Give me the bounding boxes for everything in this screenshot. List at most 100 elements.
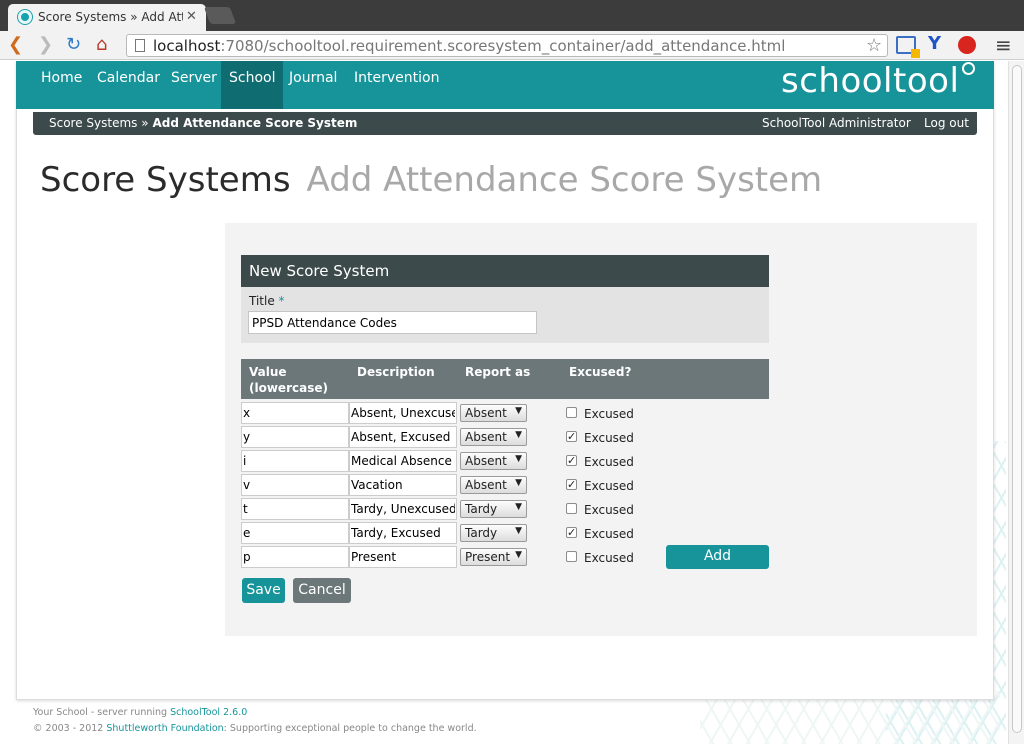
- table-row: Absent ▼ ✓ Excused: [241, 425, 769, 449]
- description-input[interactable]: [349, 426, 457, 448]
- report-as-select[interactable]: Absent ▼: [460, 404, 527, 422]
- chevron-down-icon: ▼: [515, 502, 522, 512]
- description-input[interactable]: [349, 546, 457, 568]
- report-as-select[interactable]: Absent ▼: [460, 452, 527, 470]
- score-grid-header: Value (lowercase) Description Report as E…: [241, 359, 769, 399]
- report-as-select[interactable]: Present ▼: [460, 548, 527, 566]
- excused-checkbox[interactable]: ✓: [566, 455, 577, 466]
- nav-home[interactable]: Home: [33, 61, 90, 109]
- excused-label: Excused: [584, 551, 634, 565]
- description-input[interactable]: [349, 522, 457, 544]
- back-icon[interactable]: ❮: [8, 34, 23, 56]
- browser-tab-strip: Score Systems » Add Atte ✕: [0, 0, 1024, 31]
- description-input[interactable]: [349, 474, 457, 496]
- cast-extension-icon[interactable]: [896, 36, 920, 58]
- chevron-down-icon: ▼: [515, 454, 522, 464]
- url-text[interactable]: localhost:7080/schooltool.requirement.sc…: [153, 37, 785, 55]
- bookmark-star-icon[interactable]: ☆: [866, 35, 882, 56]
- address-bar[interactable]: localhost:7080/schooltool.requirement.sc…: [126, 34, 888, 57]
- title-fieldset: Title *: [241, 287, 769, 343]
- excused-checkbox[interactable]: [566, 503, 577, 514]
- nav-school[interactable]: School: [221, 61, 284, 109]
- report-as-select[interactable]: Tardy ▼: [460, 524, 527, 542]
- table-row: Absent ▼ Excused: [241, 401, 769, 425]
- adblock-extension-icon[interactable]: [958, 36, 976, 54]
- page-footer: Your School - server running SchoolTool …: [33, 705, 477, 737]
- col-value-label: Value: [249, 365, 287, 379]
- report-as-value: Absent: [465, 454, 507, 468]
- value-input[interactable]: [241, 474, 349, 496]
- chevron-down-icon: ▼: [515, 478, 522, 488]
- footer-line-1: Your School - server running SchoolTool …: [33, 705, 477, 721]
- footer-version-link[interactable]: SchoolTool 2.6.0: [170, 707, 247, 718]
- value-input[interactable]: [241, 426, 349, 448]
- scrollbar-thumb[interactable]: [1012, 65, 1022, 733]
- forward-icon[interactable]: ❯: [38, 34, 53, 56]
- col-value-header: Value (lowercase): [249, 364, 328, 396]
- col-value-sublabel: (lowercase): [249, 381, 328, 395]
- vertical-scrollbar[interactable]: [1008, 61, 1024, 744]
- col-excused-header: Excused?: [569, 365, 632, 379]
- description-input[interactable]: [349, 498, 457, 520]
- report-as-value: Present: [465, 550, 511, 564]
- value-input[interactable]: [241, 546, 349, 568]
- report-as-select[interactable]: Tardy ▼: [460, 500, 527, 518]
- nav-calendar[interactable]: Calendar: [89, 61, 168, 109]
- footer-copyright-text: © 2003 - 2012: [33, 723, 107, 734]
- breadcrumb: Score Systems » Add Attendance Score Sys…: [49, 116, 357, 130]
- footer-line-2: © 2003 - 2012 Shuttleworth Foundation: S…: [33, 721, 477, 737]
- page-title-main: Score Systems: [40, 160, 291, 200]
- save-button[interactable]: Save: [242, 578, 285, 603]
- close-tab-icon[interactable]: ✕: [186, 9, 197, 24]
- table-row: Tardy ▼ ✓ Excused: [241, 521, 769, 545]
- title-label-text: Title: [249, 294, 275, 308]
- breadcrumb-bar: Score Systems » Add Attendance Score Sys…: [33, 112, 977, 135]
- schooltool-logo[interactable]: schooltool: [781, 61, 959, 101]
- required-mark: *: [278, 294, 285, 308]
- nav-intervention[interactable]: Intervention: [346, 61, 447, 109]
- new-tab-button[interactable]: [203, 7, 237, 24]
- home-icon[interactable]: ⌂: [96, 34, 107, 56]
- add-button[interactable]: Add: [666, 545, 769, 569]
- table-row: Absent ▼ ✓ Excused: [241, 473, 769, 497]
- nav-server[interactable]: Server: [163, 61, 225, 109]
- title-input[interactable]: [248, 311, 537, 334]
- page-title: Score Systems Add Attendance Score System: [40, 160, 822, 200]
- breadcrumb-score-systems[interactable]: Score Systems: [49, 116, 137, 130]
- main-navigation: Home Calendar Server School Journal Inte…: [16, 61, 994, 109]
- report-as-select[interactable]: Absent ▼: [460, 428, 527, 446]
- col-report-as-header: Report as: [465, 365, 531, 379]
- footer-foundation-link[interactable]: Shuttleworth Foundation: [106, 723, 223, 734]
- report-as-value: Absent: [465, 430, 507, 444]
- description-input[interactable]: [349, 450, 457, 472]
- description-input[interactable]: [349, 402, 457, 424]
- excused-checkbox[interactable]: ✓: [566, 479, 577, 490]
- nav-journal[interactable]: Journal: [281, 61, 345, 109]
- chevron-down-icon: ▼: [515, 550, 522, 560]
- excused-checkbox[interactable]: [566, 551, 577, 562]
- value-input[interactable]: [241, 402, 349, 424]
- cancel-button[interactable]: Cancel: [293, 578, 351, 603]
- excused-label: Excused: [584, 527, 634, 541]
- excused-label: Excused: [584, 431, 634, 445]
- user-link[interactable]: SchoolTool Administrator: [762, 116, 911, 130]
- reload-icon[interactable]: ↻: [66, 34, 81, 56]
- value-input[interactable]: [241, 498, 349, 520]
- report-as-value: Tardy: [465, 502, 498, 516]
- fieldset-title: New Score System: [241, 255, 769, 287]
- url-host: localhost: [153, 37, 221, 55]
- form-area: New Score System Title * Value (lowercase…: [225, 223, 977, 636]
- footer-tagline: : Supporting exceptional people to chang…: [223, 723, 477, 734]
- excused-checkbox[interactable]: [566, 407, 577, 418]
- y-extension-icon[interactable]: Y: [928, 33, 941, 54]
- browser-tab[interactable]: Score Systems » Add Atte ✕: [8, 4, 206, 31]
- report-as-select[interactable]: Absent ▼: [460, 476, 527, 494]
- logo-circle-icon: [962, 62, 975, 75]
- browser-menu-icon[interactable]: ≡: [995, 33, 1012, 57]
- logout-link[interactable]: Log out: [924, 116, 969, 130]
- excused-label: Excused: [584, 479, 634, 493]
- excused-checkbox[interactable]: ✓: [566, 527, 577, 538]
- value-input[interactable]: [241, 522, 349, 544]
- excused-checkbox[interactable]: ✓: [566, 431, 577, 442]
- value-input[interactable]: [241, 450, 349, 472]
